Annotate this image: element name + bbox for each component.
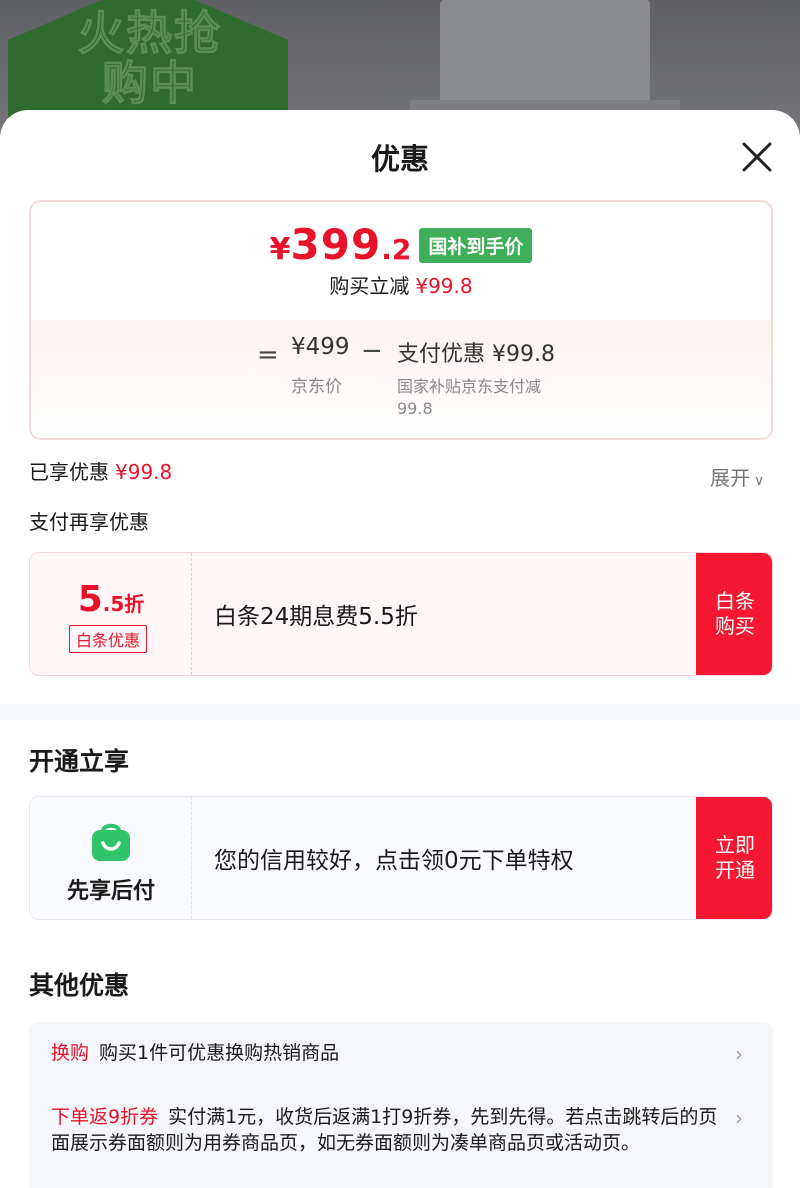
- pay-discount: 支付优惠 ¥99.8: [397, 342, 555, 367]
- price-decimal: .2: [381, 233, 412, 266]
- jd-price: ¥499: [291, 334, 350, 360]
- reduction-amount: ¥99.8: [415, 274, 473, 298]
- section-divider: [0, 704, 800, 720]
- coupon-tag: 白条优惠: [69, 625, 148, 653]
- pay-discount-description: 国家补贴京东支付减99.8: [397, 377, 542, 418]
- promo-banner-text: 火热抢购中: [78, 6, 222, 110]
- price-currency: ¥: [269, 232, 291, 267]
- jd-price-label: 京东价: [291, 377, 342, 397]
- price-integer: 399: [290, 220, 382, 269]
- pay-later-brand-area: 先享后付: [30, 797, 192, 919]
- pay-later-card[interactable]: 先享后付 您的信用较好，点击领0元下单特权 立即开通: [29, 796, 773, 920]
- offer-text: 购买1件可优惠换购热销商品: [99, 1042, 340, 1064]
- chevron-down-icon: ∨: [754, 473, 765, 489]
- expand-label: 展开: [710, 466, 750, 490]
- instant-reduction: 购买立减 ¥99.8: [31, 270, 771, 299]
- offer-tag: 下单返9折券: [51, 1106, 159, 1128]
- subsidy-badge: 国补到手价: [419, 228, 533, 263]
- other-offers-title: 其他优惠: [29, 971, 130, 1000]
- pay-later-description: 您的信用较好，点击领0元下单特权: [214, 848, 574, 874]
- coupon-discount-big: 5: [77, 579, 103, 620]
- offer-item-coupon-return[interactable]: 下单返9折券 实付满1元，收货后返满1打9折券，先到先得。若点击跳转后的页面展示券…: [51, 1104, 723, 1156]
- reduction-label: 购买立减: [329, 274, 410, 298]
- offer-item-exchange[interactable]: 换购 购买1件可优惠换购热销商品: [51, 1040, 711, 1066]
- minus-sign: −: [361, 336, 383, 366]
- chevron-right-icon[interactable]: ›: [735, 1042, 743, 1066]
- sheet-title: 优惠: [370, 142, 429, 176]
- final-price: ¥ 399 .2 国补到手价: [31, 220, 771, 269]
- open-section-title: 开通立享: [29, 747, 130, 776]
- product-image: [440, 0, 650, 110]
- enjoyed-discount: 已享优惠 ¥99.8: [29, 456, 172, 485]
- pay-more-title: 支付再享优惠: [29, 510, 149, 534]
- pay-later-label: 先享后付: [66, 879, 155, 904]
- expand-button[interactable]: 展开 ∨: [710, 462, 764, 491]
- baitiao-buy-button[interactable]: 白条购买: [696, 553, 772, 675]
- chevron-right-icon[interactable]: ›: [735, 1106, 743, 1130]
- price-breakdown-card: ¥ 399 .2 国补到手价 购买立减 ¥99.8 = ¥499 京东价 − 支付…: [29, 200, 773, 440]
- equals-sign: =: [257, 340, 279, 370]
- close-icon[interactable]: [738, 138, 776, 176]
- open-now-button[interactable]: 立即开通: [696, 797, 772, 919]
- shopping-bag-icon: [92, 823, 130, 861]
- enjoyed-label: 已享优惠: [29, 460, 109, 484]
- coupon-discount-area: 5.5折 白条优惠: [30, 553, 192, 675]
- coupon-description: 白条24期息费5.5折: [214, 604, 418, 630]
- discount-sheet: 优惠 ¥ 399 .2 国补到手价 购买立减 ¥99.8 = ¥499 京东价 −…: [0, 110, 800, 1188]
- other-offers-list: 换购 购买1件可优惠换购热销商品 › 下单返9折券 实付满1元，收货后返满1打9折券…: [29, 1022, 773, 1188]
- coupon-discount-small: .5折: [102, 592, 145, 616]
- baitiao-coupon-card[interactable]: 5.5折 白条优惠 白条24期息费5.5折 白条购买: [29, 552, 773, 676]
- offer-tag: 换购: [51, 1042, 90, 1064]
- enjoyed-amount: ¥99.8: [115, 460, 173, 484]
- coupon-discount: 5.5折: [30, 579, 192, 620]
